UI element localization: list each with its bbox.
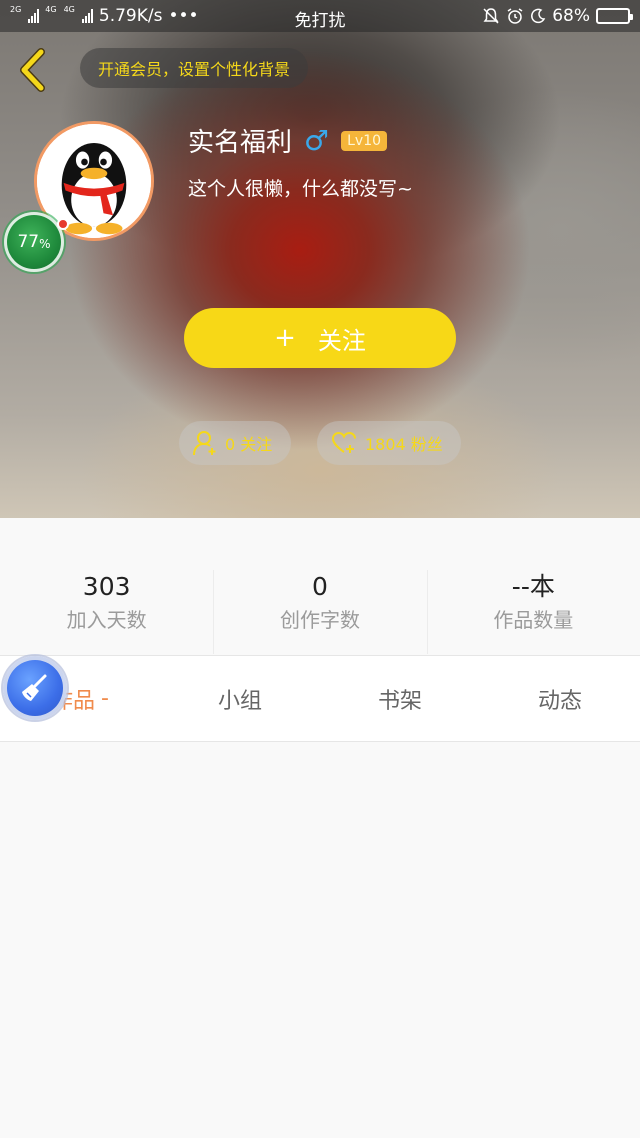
floating-cleaner-button[interactable] bbox=[3, 656, 67, 720]
tab-label: 小组 bbox=[217, 688, 262, 714]
user-bio: 这个人很懒，什么都没写~ bbox=[188, 178, 413, 200]
following-count-button[interactable]: 0 关注 bbox=[179, 421, 291, 465]
level-badge: Lv10 bbox=[341, 130, 388, 151]
tab-groups[interactable]: 小组 bbox=[160, 656, 320, 741]
progress-value: 77 bbox=[17, 232, 40, 252]
battery-icon bbox=[596, 8, 633, 24]
stat-value: 303 bbox=[82, 572, 131, 601]
tab-activity[interactable]: 动态 bbox=[480, 656, 640, 741]
fans-count: 1804 粉丝 bbox=[365, 435, 443, 454]
stat-label: 加入天数 bbox=[66, 608, 147, 632]
stat-label: 作品数量 bbox=[493, 608, 574, 632]
network-2g-label: 2G bbox=[10, 5, 22, 14]
tab-label: 书架 bbox=[377, 688, 422, 714]
back-button[interactable] bbox=[14, 48, 54, 92]
network-4g-label-2: 4G bbox=[63, 5, 75, 14]
signal-icon-2 bbox=[81, 9, 93, 23]
status-left: 2G 4G 4G 5.79K/s ••• bbox=[10, 5, 199, 27]
name-row: 实名福利 ♂ Lv10 bbox=[188, 122, 388, 159]
stat-word-count: 0 创作字数 bbox=[213, 518, 426, 655]
broom-icon bbox=[22, 674, 47, 701]
heart-add-icon bbox=[331, 431, 356, 453]
stat-value: --本 bbox=[511, 572, 555, 601]
status-bar: 2G 4G 4G 5.79K/s ••• 免打扰 68% bbox=[0, 0, 640, 32]
bell-off-icon bbox=[483, 8, 499, 24]
progress-badge[interactable]: 77% bbox=[4, 212, 64, 272]
vip-background-promo[interactable]: 开通会员，设置个性化背景 bbox=[80, 48, 309, 88]
moon-icon bbox=[531, 8, 546, 24]
tab-bookshelf[interactable]: 书架 bbox=[320, 656, 480, 741]
profile-tabs: 作品 - 小组 书架 动态 bbox=[0, 656, 640, 742]
fans-count-button[interactable]: 1804 粉丝 bbox=[317, 421, 461, 465]
active-tab-indicator: - bbox=[101, 686, 109, 711]
stat-value: 0 bbox=[312, 572, 328, 601]
signal-icon bbox=[28, 9, 40, 23]
chevron-left-icon bbox=[20, 48, 45, 92]
stat-label: 创作字数 bbox=[279, 608, 360, 632]
battery-percent: 68% bbox=[552, 6, 590, 26]
stats-row: 303 加入天数 0 创作字数 --本 作品数量 bbox=[0, 518, 640, 656]
tab-content-area bbox=[0, 742, 640, 1138]
stat-works-count: --本 作品数量 bbox=[426, 518, 640, 655]
following-count: 0 关注 bbox=[225, 435, 273, 454]
progress-unit: % bbox=[39, 237, 51, 251]
stat-join-days: 303 加入天数 bbox=[0, 518, 213, 655]
alarm-icon bbox=[507, 8, 523, 24]
user-add-icon bbox=[193, 431, 216, 456]
tab-label: 动态 bbox=[537, 688, 582, 714]
notification-dot bbox=[57, 218, 69, 230]
profile-header: 2G 4G 4G 5.79K/s ••• 免打扰 68% 开通会员，设置个性化背… bbox=[0, 0, 640, 518]
plus-icon: + bbox=[274, 323, 296, 353]
follow-button[interactable]: + 关注 bbox=[184, 308, 456, 368]
network-speed: 5.79K/s bbox=[98, 6, 163, 26]
network-4g-label: 4G bbox=[45, 5, 57, 14]
follow-label: 关注 bbox=[317, 326, 366, 355]
male-gender-icon: ♂ bbox=[304, 123, 330, 157]
more-dots: ••• bbox=[168, 6, 199, 26]
username: 实名福利 bbox=[188, 128, 293, 158]
status-right: 68% bbox=[482, 6, 633, 26]
